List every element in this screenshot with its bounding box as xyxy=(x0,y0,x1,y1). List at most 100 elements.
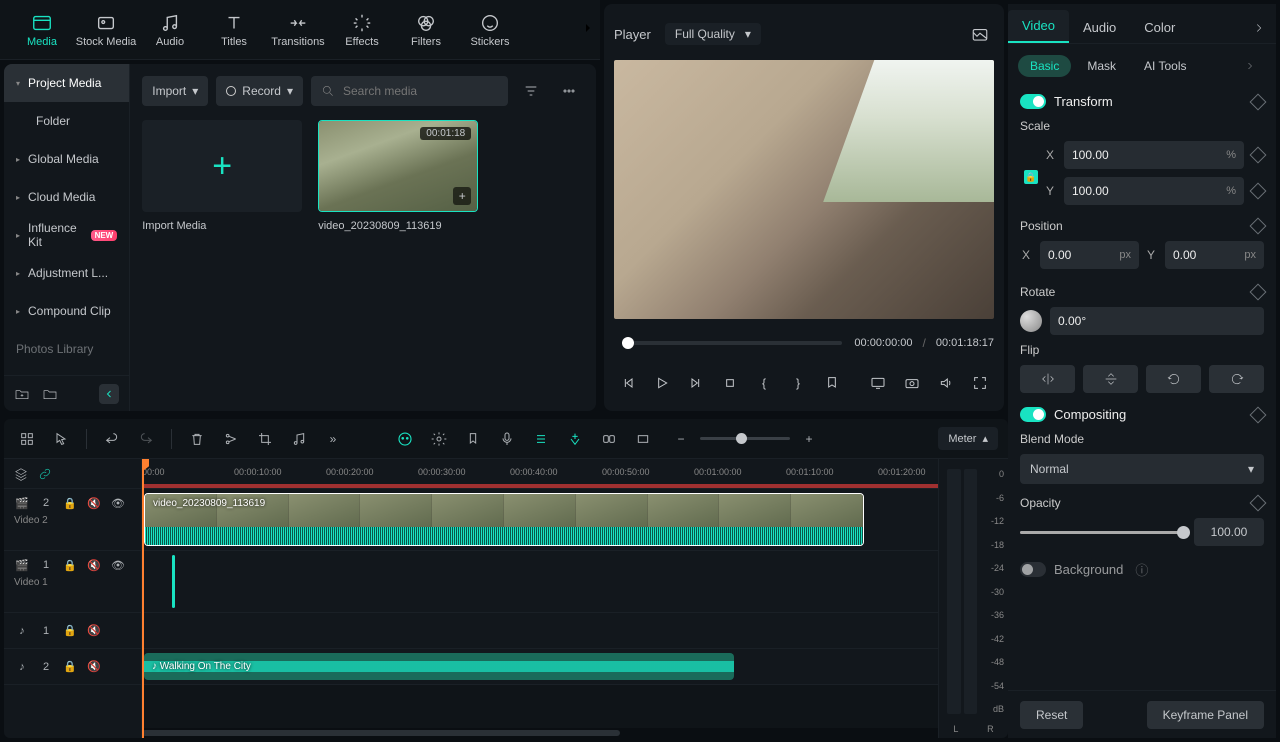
more-icon[interactable] xyxy=(554,76,584,106)
scale-x-input[interactable]: % xyxy=(1064,141,1244,169)
zoom-slider[interactable] xyxy=(700,437,790,440)
track-video1[interactable] xyxy=(142,551,938,613)
keyframe-panel-button[interactable]: Keyframe Panel xyxy=(1147,701,1264,729)
import-dropdown[interactable]: Import▾ xyxy=(142,76,208,106)
link-icon[interactable] xyxy=(596,426,622,452)
fullscreen-button[interactable] xyxy=(966,369,994,397)
rotate-ccw-button[interactable] xyxy=(1146,365,1201,393)
tab-filters[interactable]: Filters xyxy=(394,1,458,59)
tab-audio-props[interactable]: Audio xyxy=(1069,12,1130,43)
track-header-video1[interactable]: 🎬1🔒🔇👁 Video 1 xyxy=(4,551,141,613)
list-icon[interactable] xyxy=(528,426,554,452)
timeline-tracks[interactable]: 00:0000:00:10:0000:00:20:0000:00:30:0000… xyxy=(142,459,938,738)
marker-button[interactable] xyxy=(818,369,846,397)
ai-button[interactable] xyxy=(392,426,418,452)
tab-effects[interactable]: Effects xyxy=(330,1,394,59)
mark-in-button[interactable]: { xyxy=(750,369,778,397)
collapse-sidebar-button[interactable] xyxy=(99,384,119,404)
marker-icon[interactable] xyxy=(460,426,486,452)
search-input[interactable] xyxy=(311,76,508,106)
sidebar-item-global-media[interactable]: ▸Global Media xyxy=(4,140,129,178)
sidebar-item-compound-clip[interactable]: ▸Compound Clip xyxy=(4,292,129,330)
sidebar-item-cloud-media[interactable]: ▸Cloud Media xyxy=(4,178,129,216)
sidebar-item-influence-kit[interactable]: ▸Influence KitNEW xyxy=(4,216,129,254)
timeline-scrollbar[interactable] xyxy=(142,728,938,738)
crop-button[interactable] xyxy=(252,426,278,452)
help-icon[interactable]: ⓘ xyxy=(1135,560,1148,579)
mark-out-button[interactable]: } xyxy=(784,369,812,397)
opacity-slider[interactable] xyxy=(1020,531,1184,534)
record-dropdown[interactable]: Record▾ xyxy=(216,76,303,106)
mic-icon[interactable] xyxy=(494,426,520,452)
link-xy-icon[interactable]: 🔒 xyxy=(1024,170,1038,184)
flip-horizontal-button[interactable] xyxy=(1020,365,1075,393)
position-x-input[interactable]: px xyxy=(1040,241,1139,269)
layers-icon[interactable] xyxy=(14,467,28,481)
lock-icon[interactable]: 🔒 xyxy=(62,659,78,675)
quality-dropdown[interactable]: Full Quality▾ xyxy=(665,23,761,45)
audio-clip[interactable]: ♪ Walking On The City xyxy=(144,653,734,680)
subtabs-more-icon[interactable] xyxy=(1234,52,1266,80)
background-toggle[interactable] xyxy=(1020,562,1046,577)
volume-icon[interactable] xyxy=(932,369,960,397)
rotate-cw-button[interactable] xyxy=(1209,365,1264,393)
mute-icon[interactable]: 🔇 xyxy=(86,557,102,573)
tab-stickers[interactable]: Stickers xyxy=(458,1,522,59)
select-tool[interactable] xyxy=(48,426,74,452)
track-audio1[interactable] xyxy=(142,613,938,649)
snapshot-button[interactable] xyxy=(966,20,994,48)
adjust-icon[interactable] xyxy=(426,426,452,452)
media-clip-item[interactable]: 00:01:18 + video_20230809_113619 xyxy=(318,120,478,232)
flip-vertical-button[interactable] xyxy=(1083,365,1138,393)
tab-transitions[interactable]: Transitions xyxy=(266,1,330,59)
keyframe-diamond-icon[interactable] xyxy=(1250,284,1267,301)
track-audio2[interactable]: ♪ Walking On The City xyxy=(142,649,938,685)
keyframe-diamond-icon[interactable] xyxy=(1250,218,1267,235)
tabs-scroll-right[interactable] xyxy=(580,20,596,36)
rotate-dial[interactable] xyxy=(1020,310,1042,332)
stop-button[interactable] xyxy=(716,369,744,397)
music-button[interactable] xyxy=(286,426,312,452)
grid-icon[interactable] xyxy=(14,426,40,452)
mute-icon[interactable]: 🔇 xyxy=(86,659,102,675)
add-to-timeline-icon[interactable]: + xyxy=(453,187,471,205)
track-header-audio2[interactable]: ♪2🔒🔇 xyxy=(4,649,141,685)
delete-button[interactable] xyxy=(184,426,210,452)
tab-color[interactable]: Color xyxy=(1130,12,1189,43)
opacity-value[interactable]: 100.00 xyxy=(1194,518,1264,546)
video-clip[interactable]: video_20230809_113619 xyxy=(144,493,864,546)
track-video2[interactable]: video_20230809_113619 xyxy=(142,489,938,551)
keyframe-diamond-icon[interactable] xyxy=(1250,183,1267,200)
keyframe-diamond-icon[interactable] xyxy=(1250,93,1267,110)
display-button[interactable] xyxy=(864,369,892,397)
player-viewport[interactable] xyxy=(614,60,994,319)
eye-icon[interactable]: 👁 xyxy=(110,495,126,511)
lock-icon[interactable]: 🔒 xyxy=(62,557,78,573)
mute-icon[interactable]: 🔇 xyxy=(86,623,102,639)
split-button[interactable] xyxy=(218,426,244,452)
lock-icon[interactable]: 🔒 xyxy=(62,495,78,511)
import-media-tile[interactable]: + Import Media xyxy=(142,120,302,232)
more-tools-icon[interactable]: » xyxy=(320,426,346,452)
zoom-in-button[interactable]: + xyxy=(796,426,822,452)
sidebar-item-adjustment[interactable]: ▸Adjustment L... xyxy=(4,254,129,292)
redo-button[interactable] xyxy=(133,426,159,452)
position-y-input[interactable]: px xyxy=(1165,241,1264,269)
tab-video[interactable]: Video xyxy=(1008,10,1069,43)
prev-frame-button[interactable] xyxy=(614,369,642,397)
tab-media[interactable]: Media xyxy=(10,1,74,59)
player-scrubber[interactable] xyxy=(622,341,842,345)
tabs-more-icon[interactable] xyxy=(1242,13,1276,43)
keyframe-diamond-icon[interactable] xyxy=(1250,147,1267,164)
new-folder-icon[interactable] xyxy=(14,386,30,402)
filter-icon[interactable] xyxy=(516,76,546,106)
subtab-mask[interactable]: Mask xyxy=(1075,55,1128,77)
keyframe-diamond-icon[interactable] xyxy=(1250,495,1267,512)
sidebar-item-folder[interactable]: Folder xyxy=(4,102,129,140)
reset-button[interactable]: Reset xyxy=(1020,701,1083,729)
subtab-ai-tools[interactable]: AI Tools xyxy=(1132,55,1198,77)
undo-button[interactable] xyxy=(99,426,125,452)
eye-icon[interactable]: 👁 xyxy=(110,557,126,573)
lock-icon[interactable]: 🔒 xyxy=(62,623,78,639)
timeline-ruler[interactable]: 00:0000:00:10:0000:00:20:0000:00:30:0000… xyxy=(142,459,938,489)
